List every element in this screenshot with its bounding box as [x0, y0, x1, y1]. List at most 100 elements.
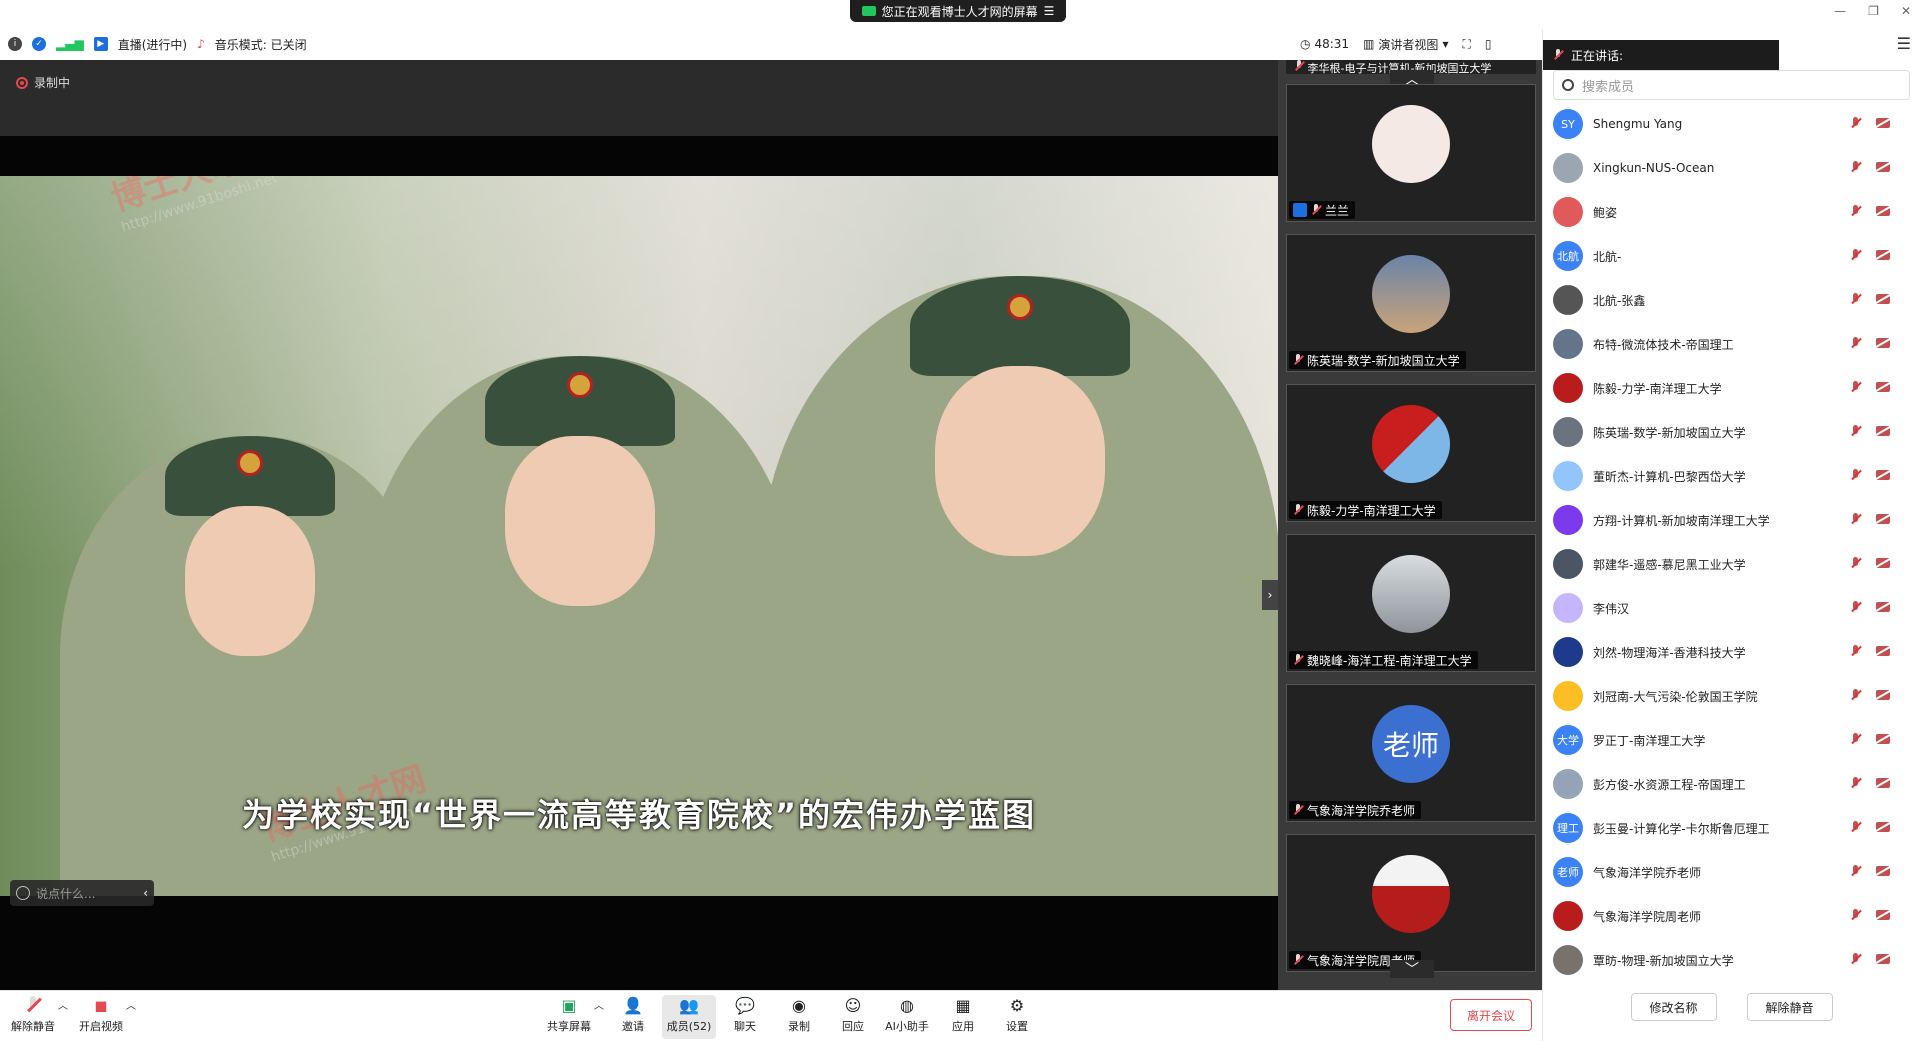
share-screen-button[interactable]: ▣ 共享屏幕 [542, 995, 596, 1034]
video-off-icon[interactable] [1876, 426, 1890, 436]
members-button[interactable]: 👥 成员(52) [662, 995, 716, 1039]
scroll-down-icon[interactable]: ﹀ [1390, 960, 1434, 978]
mic-off-icon[interactable] [1850, 600, 1862, 614]
close-icon[interactable]: ✕ [1901, 4, 1911, 18]
leave-meeting-button[interactable]: 离开会议 [1450, 999, 1532, 1031]
video-off-icon[interactable] [1876, 778, 1890, 788]
member-row[interactable]: 董昕杰-计算机-巴黎西岱大学 [1543, 454, 1919, 498]
chevron-up-icon[interactable]: ︿ [58, 997, 68, 1012]
live-status[interactable]: 直播(进行中) [118, 36, 187, 53]
participant-tile[interactable]: 老师 气象海洋学院乔老师 [1286, 684, 1536, 822]
mic-off-icon[interactable] [1850, 248, 1862, 262]
video-off-icon[interactable] [1876, 294, 1890, 304]
video-off-icon[interactable] [1876, 162, 1890, 172]
mic-off-icon[interactable] [1850, 644, 1862, 658]
chevron-down-icon[interactable]: ▾ [1442, 37, 1448, 51]
member-row[interactable]: 覃昉-物理-新加坡国立大学 [1543, 938, 1919, 982]
chevron-left-icon[interactable]: ‹ [143, 886, 148, 900]
mic-off-icon[interactable] [1850, 160, 1862, 174]
video-off-icon[interactable] [1876, 866, 1890, 876]
member-row[interactable]: 北航 北航- [1543, 234, 1919, 278]
chevron-right-icon[interactable]: › [1262, 580, 1278, 610]
member-search-input[interactable]: 搜索成员 [1553, 70, 1910, 100]
unmute-all-button[interactable]: 解除静音 [1746, 993, 1833, 1021]
record-button[interactable]: ◉ 录制 [772, 995, 826, 1034]
mic-off-icon[interactable] [1850, 204, 1862, 218]
participant-tile[interactable]: 兰兰 [1286, 84, 1536, 222]
video-off-icon[interactable] [1876, 338, 1890, 348]
mic-off-icon[interactable] [1850, 336, 1862, 350]
member-row[interactable]: 布特-微流体技术-帝国理工 [1543, 322, 1919, 366]
rename-button[interactable]: 修改名称 [1630, 993, 1717, 1021]
video-off-icon[interactable] [1876, 514, 1890, 524]
video-off-icon[interactable] [1876, 470, 1890, 480]
member-row[interactable]: 刘冠南-大气污染-伦敦国王学院 [1543, 674, 1919, 718]
apps-button[interactable]: ▦ 应用 [936, 995, 990, 1034]
participant-tile[interactable]: 魏晓峰-海洋工程-南洋理工大学 [1286, 534, 1536, 672]
quick-chat-input[interactable]: 说点什么... ‹ [10, 880, 154, 906]
menu-icon[interactable]: ☰ [1044, 4, 1055, 18]
mic-off-icon[interactable] [1850, 776, 1862, 790]
fullscreen-icon[interactable]: ⛶ [1462, 37, 1470, 52]
settings-button[interactable]: ⚙ 设置 [990, 995, 1044, 1034]
video-off-icon[interactable] [1876, 382, 1890, 392]
member-row[interactable]: 方翔-计算机-新加坡南洋理工大学 [1543, 498, 1919, 542]
member-row[interactable]: 刘然-物理海洋-香港科技大学 [1543, 630, 1919, 674]
video-off-icon[interactable] [1876, 250, 1890, 260]
recording-indicator[interactable]: 录制中 [16, 74, 70, 91]
member-row[interactable]: SY Shengmu Yang [1543, 102, 1919, 146]
mic-off-icon[interactable] [1850, 116, 1862, 130]
mic-off-icon[interactable] [1850, 468, 1862, 482]
video-off-icon[interactable] [1876, 954, 1890, 964]
info-icon[interactable]: i [8, 37, 22, 51]
mic-off-icon[interactable] [1850, 380, 1862, 394]
participant-tile[interactable]: 气象海洋学院周老师 [1286, 834, 1536, 972]
video-off-icon[interactable] [1876, 646, 1890, 656]
member-row[interactable]: 大学 罗正丁-南洋理工大学 [1543, 718, 1919, 762]
restore-icon[interactable]: ❐ [1868, 4, 1879, 18]
view-selector[interactable]: 演讲者视图 [1378, 36, 1438, 53]
video-off-icon[interactable] [1876, 690, 1890, 700]
member-row[interactable]: 气象海洋学院周老师 [1543, 894, 1919, 938]
ai-assistant-button[interactable]: ◍ AI小助手 [880, 995, 934, 1034]
reaction-button[interactable]: ☺ 回应 [826, 995, 880, 1034]
member-row[interactable]: 北航-张鑫 [1543, 278, 1919, 322]
invite-button[interactable]: 👤 邀请 [606, 995, 660, 1034]
mic-off-icon[interactable] [1850, 732, 1862, 746]
signal-icon[interactable]: ▂▄▆ [56, 37, 84, 51]
participant-tile[interactable]: 陈英瑞-数学-新加坡国立大学 [1286, 234, 1536, 372]
screen-share-banner[interactable]: 您正在观看博士人才网的屏幕 ☰ [850, 0, 1066, 22]
mic-off-icon[interactable] [1850, 292, 1862, 306]
mic-off-icon[interactable] [1850, 952, 1862, 966]
video-off-icon[interactable] [1876, 734, 1890, 744]
sidebar-toggle-icon[interactable]: ▯ [1485, 37, 1492, 51]
mic-off-icon[interactable] [1850, 908, 1862, 922]
chevron-up-icon[interactable]: ︿ [126, 997, 136, 1012]
member-row[interactable]: Xingkun-NUS-Ocean [1543, 146, 1919, 190]
unmute-button[interactable]: 解除静音 [6, 995, 60, 1034]
mic-off-icon[interactable] [1850, 424, 1862, 438]
video-off-icon[interactable] [1876, 118, 1890, 128]
mic-off-icon[interactable] [1850, 512, 1862, 526]
emoji-icon[interactable] [16, 886, 30, 900]
member-row[interactable]: 陈英瑞-数学-新加坡国立大学 [1543, 410, 1919, 454]
member-row[interactable]: 陈毅-力学-南洋理工大学 [1543, 366, 1919, 410]
member-row[interactable]: 理工 彭玉曼-计算化学-卡尔斯鲁厄理工 [1543, 806, 1919, 850]
mic-off-icon[interactable] [1850, 688, 1862, 702]
music-mode[interactable]: 音乐模式: 已关闭 [215, 36, 307, 53]
member-row[interactable]: 彭方俊-水资源工程-帝国理工 [1543, 762, 1919, 806]
mic-off-icon[interactable] [1850, 864, 1862, 878]
participant-tile[interactable]: 陈毅-力学-南洋理工大学 [1286, 384, 1536, 522]
mic-off-icon[interactable] [1850, 556, 1862, 570]
video-off-icon[interactable] [1876, 558, 1890, 568]
member-row[interactable]: 李伟汉 [1543, 586, 1919, 630]
chat-button[interactable]: 💬 聊天 [718, 995, 772, 1034]
video-off-icon[interactable] [1876, 822, 1890, 832]
video-off-icon[interactable] [1876, 910, 1890, 920]
shield-icon[interactable]: ✓ [32, 37, 46, 51]
video-off-icon[interactable] [1876, 602, 1890, 612]
chevron-up-icon[interactable]: ︿ [594, 997, 604, 1012]
member-row[interactable]: 郭建华-遥感-慕尼黑工业大学 [1543, 542, 1919, 586]
start-video-button[interactable]: ◼ 开启视频 [74, 995, 128, 1034]
video-off-icon[interactable] [1876, 206, 1890, 216]
